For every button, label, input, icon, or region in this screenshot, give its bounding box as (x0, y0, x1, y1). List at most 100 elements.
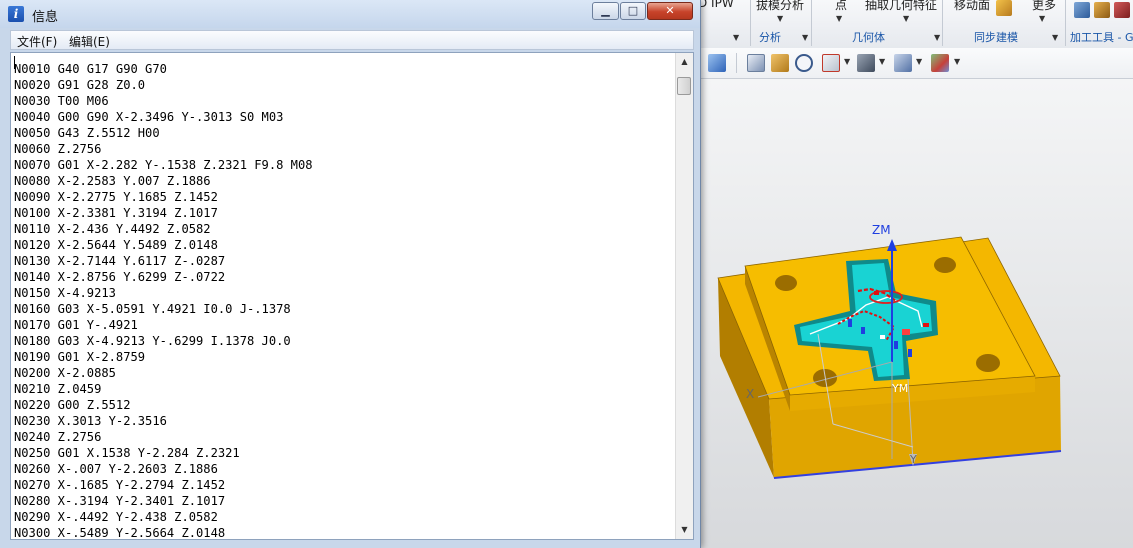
ribbon-group-analysis: 分析 (759, 31, 781, 44)
chevron-down-icon[interactable]: ▼ (879, 57, 885, 66)
close-icon: ✕ (665, 4, 675, 17)
ribbon-group-geometry: 几何体 (852, 31, 885, 44)
code-line: N0200 X-2.0885 (14, 366, 116, 380)
group-dropdown-icon[interactable]: ▼ (934, 33, 940, 42)
chevron-down-icon[interactable]: ▼ (916, 57, 922, 66)
zoom-icon[interactable] (771, 54, 789, 72)
menu-edit[interactable]: 编辑(E) (69, 33, 110, 50)
bolt-hole (934, 257, 956, 273)
ribbon-label-point[interactable]: 点 (835, 0, 847, 13)
refresh-icon[interactable] (795, 54, 813, 72)
ribbon-separator (811, 0, 812, 46)
code-line: N0060 Z.2756 (14, 142, 102, 156)
close-button[interactable]: ✕ (647, 2, 693, 20)
info-window: i 信息 ▁ □ ✕ 文件(F) 编辑(E) N0010 G40 G17 G90… (0, 0, 701, 548)
code-line: N0120 X-2.5644 Y.5489 Z.0148 (14, 238, 218, 252)
cube-icon[interactable] (708, 54, 726, 72)
axis-label-zm: ZM (872, 223, 891, 237)
code-line: N0280 X-.3194 Y-2.3401 Z.1017 (14, 494, 226, 508)
code-line: N0030 T00 M06 (14, 94, 109, 108)
code-line: N0140 X-2.8756 Y.6299 Z-.0722 (14, 270, 226, 284)
code-line: N0130 X-2.7144 Y.6117 Z-.0287 (14, 254, 226, 268)
chevron-down-icon[interactable]: ▼ (1039, 14, 1045, 23)
ribbon-label-extract-geometry[interactable]: 抽取几何特征 (865, 0, 937, 13)
ribbon-label-move-face[interactable]: 移动面 (954, 0, 990, 13)
cutter-icon[interactable] (1114, 2, 1130, 18)
info-text-area[interactable]: N0010 G40 G17 G90 G70 N0020 G91 G28 Z0.0 N… (10, 52, 694, 540)
graphics-viewport[interactable]: ZM YM X Y (698, 79, 1133, 548)
code-line: N0070 G01 X-2.282 Y-.1538 Z.2321 F9.8 M0… (14, 158, 313, 172)
code-line: N0210 Z.0459 (14, 382, 102, 396)
code-line: N0010 G40 G17 G90 G70 (14, 62, 167, 76)
chevron-down-icon[interactable]: ▼ (903, 14, 909, 23)
ribbon-group-machining-tools: 加工工具 - G (1070, 31, 1133, 44)
part-model (717, 236, 1062, 479)
minimize-button[interactable]: ▁ (592, 2, 619, 20)
code-line: N0170 G01 Y-.4921 (14, 318, 138, 332)
chevron-down-icon[interactable]: ▼ (954, 57, 960, 66)
code-line: N0220 G00 Z.5512 (14, 398, 131, 412)
machining-tool-icon[interactable] (1074, 2, 1090, 18)
ribbon-separator (942, 0, 943, 46)
ribbon-group-sync-modeling: 同步建模 (974, 31, 1018, 44)
code-line: N0050 G43 Z.5512 H00 (14, 126, 160, 140)
view-toolbar: ▼ ▼ ▼ ▼ (698, 48, 1133, 79)
shade-icon[interactable] (857, 54, 875, 72)
layout-icon[interactable] (822, 54, 840, 72)
code-line: N0090 X-2.2775 Y.1685 Z.1452 (14, 190, 218, 204)
scroll-thumb[interactable] (677, 77, 691, 95)
fit-view-icon[interactable] (747, 54, 765, 72)
nc-code-listing: N0010 G40 G17 G90 G70 N0020 G91 G28 Z0.0 N… (14, 61, 313, 540)
ribbon-label-ipw[interactable]: D IPW (698, 0, 734, 10)
maximize-button[interactable]: □ (620, 2, 646, 20)
axis-label-ym: YM (892, 382, 909, 395)
ribbon-separator (750, 0, 751, 46)
code-line: N0040 G00 G90 X-2.3496 Y-.3013 S0 M03 (14, 110, 284, 124)
code-line: N0300 X-.5489 Y-2.5664 Z.0148 (14, 526, 226, 540)
code-line: N0110 X-2.436 Y.4492 Z.0582 (14, 222, 211, 236)
chevron-down-icon[interactable]: ▼ (836, 14, 842, 23)
title-bar[interactable]: i 信息 ▁ □ ✕ (0, 0, 700, 28)
code-line: N0020 G91 G28 Z0.0 (14, 78, 146, 92)
code-line: N0190 G01 X-2.8759 (14, 350, 146, 364)
axis-zm-arrow (887, 239, 897, 251)
window-title: 信息 (32, 10, 59, 25)
code-line: N0160 G03 X-5.0591 Y.4921 I0.0 J-.1378 (14, 302, 291, 316)
group-dropdown-icon[interactable]: ▼ (1052, 33, 1058, 42)
minimize-icon: ▁ (601, 4, 610, 17)
code-line: N0290 X-.4492 Y-2.438 Z.0582 (14, 510, 218, 524)
axis-label-x: X (746, 387, 755, 401)
ribbon-label-draft-analysis[interactable]: 拔模分析 (756, 0, 804, 13)
ribbon-separator (1065, 0, 1066, 46)
menu-bar: 文件(F) 编辑(E) (10, 30, 694, 50)
ribbon-label-more[interactable]: 更多 (1032, 0, 1056, 13)
code-line: N0150 X-4.9213 (14, 286, 116, 300)
toolbar-separator (736, 53, 737, 73)
scroll-down-icon[interactable]: ▼ (677, 522, 692, 538)
chevron-down-icon[interactable]: ▼ (777, 14, 783, 23)
info-icon: i (8, 6, 24, 22)
code-line: N0100 X-2.3381 Y.3194 Z.1017 (14, 206, 218, 220)
move-face-icon[interactable] (996, 0, 1012, 16)
code-line: N0080 X-2.2583 Y.007 Z.1886 (14, 174, 211, 188)
scroll-up-icon[interactable]: ▲ (677, 54, 692, 70)
bolt-hole (976, 354, 1000, 372)
vertical-scrollbar[interactable]: ▲ ▼ (675, 53, 693, 539)
bolt-hole (775, 275, 797, 291)
tool-path-icon[interactable] (1094, 2, 1110, 18)
code-line: N0230 X.3013 Y-2.3516 (14, 414, 167, 428)
solid-cube-icon[interactable] (894, 54, 912, 72)
group-dropdown-icon[interactable]: ▼ (733, 33, 739, 42)
code-line: N0180 G03 X-4.9213 Y-.6299 I.1378 J0.0 (14, 334, 291, 348)
code-line: N0260 X-.007 Y-2.2603 Z.1886 (14, 462, 218, 476)
chevron-down-icon[interactable]: ▼ (844, 57, 850, 66)
render-style-icon[interactable] (931, 54, 949, 72)
maximize-icon: □ (627, 4, 639, 17)
group-dropdown-icon[interactable]: ▼ (802, 33, 808, 42)
cad-ribbon: D IPW 拔模分析 点 抽取几何特征 移动面 更多 ▼ ▼ ▼ ▼ 分析 几何… (698, 0, 1133, 49)
code-line: N0270 X-.1685 Y-2.2794 Z.1452 (14, 478, 226, 492)
code-line: N0240 Z.2756 (14, 430, 102, 444)
code-line: N0250 G01 X.1538 Y-2.284 Z.2321 (14, 446, 240, 460)
menu-file[interactable]: 文件(F) (17, 33, 57, 50)
axis-label-y: Y (910, 453, 917, 466)
